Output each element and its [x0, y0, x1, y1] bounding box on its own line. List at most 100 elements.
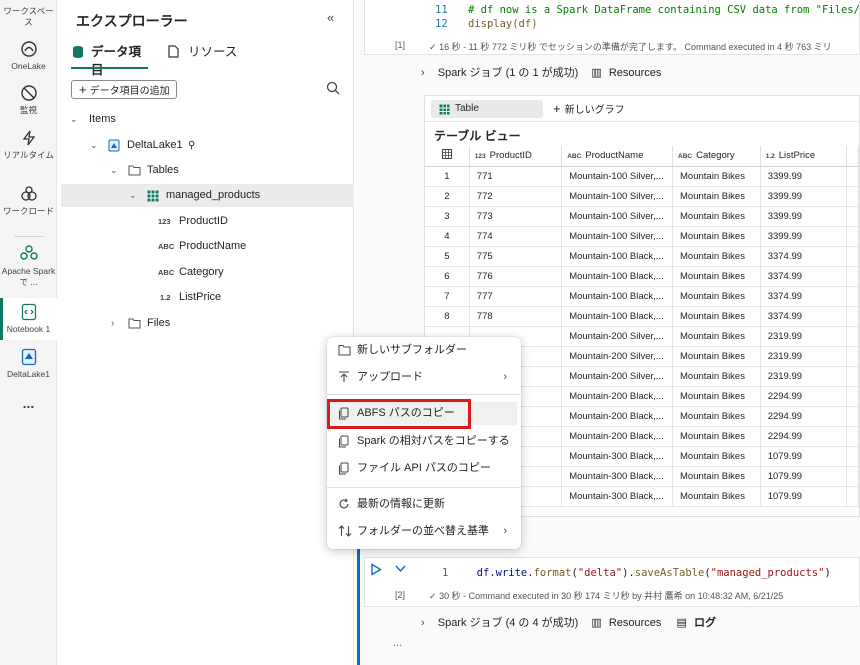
table-cell[interactable]: 1079.99	[760, 466, 848, 487]
table-row[interactable]: 8 778 Mountain-100 Black,... Mountain Bikes…	[425, 306, 859, 327]
table-cell[interactable]: 771	[469, 166, 563, 187]
table-cell[interactable]: Mountain-200 Silver,...	[561, 346, 674, 367]
table-cell[interactable]: 773	[469, 206, 563, 227]
table-cell[interactable]: 1	[425, 166, 470, 187]
table-cell[interactable]: 772	[469, 186, 563, 207]
tree-table-managed-products[interactable]: ⌄ managed_products	[61, 184, 354, 207]
column-header[interactable]: ABC ProductName	[561, 146, 674, 167]
menu-item-new-subfolder[interactable]: 新しいサブフォルダー	[331, 339, 517, 362]
table-cell[interactable]: 3374.99	[760, 306, 848, 327]
table-row[interactable]: 7 777 Mountain-100 Black,... Mountain Bikes…	[425, 286, 859, 307]
menu-item-sort-folder[interactable]: フォルダーの並べ替え基準 ›	[331, 520, 517, 543]
table-row[interactable]: 3 773 Mountain-100 Silver,... Mountain Bike…	[425, 206, 859, 227]
table-row[interactable]: 2 772 Mountain-100 Silver,... Mountain Bike…	[425, 186, 859, 207]
table-cell[interactable]: 3	[425, 206, 470, 227]
column-header[interactable]: 123 ProductID	[469, 146, 563, 167]
table-cell[interactable]: Mountain-300 Black,...	[561, 486, 674, 507]
table-cell[interactable]: Mountain Bikes	[672, 266, 761, 287]
chevron-down-icon[interactable]	[395, 565, 406, 573]
tree-lakehouse[interactable]: ⌄ DeltaLake1 ⚲	[61, 134, 354, 157]
tree-column[interactable]: 1.2 ListPrice	[61, 286, 354, 309]
table-cell[interactable]: Mountain Bikes	[672, 186, 761, 207]
table-cell[interactable]: Mountain Bikes	[672, 406, 761, 427]
resources-label[interactable]: Resources	[609, 617, 662, 629]
log-label[interactable]: ログ	[694, 617, 716, 629]
table-cell[interactable]: Mountain-100 Black,...	[561, 266, 674, 287]
table-cell[interactable]: Mountain-200 Black,...	[561, 386, 674, 407]
table-view-tab[interactable]: Table	[431, 100, 543, 118]
table-cell[interactable]: Mountain-100 Silver,...	[561, 206, 674, 227]
rail-realtime[interactable]: リアルタイム	[0, 129, 57, 161]
table-cell[interactable]: Mountain-300 Black,...	[561, 446, 674, 467]
table-cell[interactable]: Mountain-100 Silver,...	[561, 186, 674, 207]
table-cell[interactable]: Mountain Bikes	[672, 286, 761, 307]
column-header[interactable]: 1.2 ListPrice	[760, 146, 848, 167]
menu-item-refresh[interactable]: 最新の情報に更新	[331, 493, 517, 516]
table-cell[interactable]: 3374.99	[760, 246, 848, 267]
table-cell[interactable]: 3399.99	[760, 226, 848, 247]
table-cell[interactable]: Mountain Bikes	[672, 446, 761, 467]
pin-icon[interactable]: ⚲	[188, 134, 195, 157]
table-cell[interactable]: 8	[425, 306, 470, 327]
table-row[interactable]: 5 775 Mountain-100 Black,... Mountain Bikes…	[425, 246, 859, 267]
rail-apache-spark[interactable]: Apache Spark で ...	[0, 243, 57, 288]
table-cell[interactable]: Mountain-100 Silver,...	[561, 166, 674, 187]
menu-item-upload[interactable]: アップロード ›	[331, 366, 517, 389]
table-cell[interactable]: 2319.99	[760, 366, 848, 387]
table-cell[interactable]: 4	[425, 226, 470, 247]
new-chart-button[interactable]: + 新しいグラフ	[553, 100, 625, 120]
table-cell[interactable]: 3374.99	[760, 266, 848, 287]
table-cell[interactable]: Mountain Bikes	[672, 426, 761, 447]
table-cell[interactable]: Mountain-200 Silver,...	[561, 366, 674, 387]
more-options-icon[interactable]: ...	[393, 637, 402, 649]
menu-item-copy-file-api-path[interactable]: ファイル API パスのコピー	[331, 457, 517, 480]
code-line[interactable]: 11 # df now is a Spark DataFrame contain…	[435, 4, 860, 16]
add-data-items-button[interactable]: + データ項目の追加	[71, 80, 177, 99]
table-cell[interactable]: Mountain-200 Silver,...	[561, 326, 674, 347]
rail-deltalake1[interactable]: DeltaLake1	[0, 348, 57, 380]
table-cell[interactable]: Mountain Bikes	[672, 306, 761, 327]
tree-items[interactable]: ⌄ Items	[61, 108, 354, 131]
table-cell[interactable]: 2319.99	[760, 346, 848, 367]
table-cell[interactable]: Mountain Bikes	[672, 206, 761, 227]
table-cell[interactable]: Mountain-100 Black,...	[561, 286, 674, 307]
table-cell[interactable]: Mountain-100 Black,...	[561, 306, 674, 327]
table-cell[interactable]: 5	[425, 246, 470, 267]
rail-workspaces[interactable]: ワークスペース	[0, 6, 57, 28]
table-cell[interactable]: Mountain Bikes	[672, 486, 761, 507]
rail-workloads[interactable]: ワークロード	[0, 185, 57, 217]
table-row[interactable]: 6 776 Mountain-100 Black,... Mountain Bikes…	[425, 266, 859, 287]
table-cell[interactable]: 7	[425, 286, 470, 307]
table-cell[interactable]: Mountain Bikes	[672, 166, 761, 187]
tab-data-items[interactable]: データ項目	[71, 43, 148, 77]
table-cell[interactable]: Mountain Bikes	[672, 226, 761, 247]
table-cell[interactable]: Mountain-200 Black,...	[561, 426, 674, 447]
table-cell[interactable]: 776	[469, 266, 563, 287]
menu-item-copy-spark-relative-path[interactable]: Spark の相対パスをコピーする	[331, 430, 517, 453]
table-cell[interactable]: 6	[425, 266, 470, 287]
rail-notebook1[interactable]: Notebook 1	[0, 298, 57, 340]
table-cell[interactable]: Mountain Bikes	[672, 346, 761, 367]
resources-label[interactable]: Resources	[609, 67, 662, 79]
table-row[interactable]: 1 771 Mountain-100 Silver,... Mountain Bike…	[425, 166, 859, 187]
table-cell[interactable]: 1079.99	[760, 446, 848, 467]
table-cell[interactable]: 3399.99	[760, 206, 848, 227]
table-cell[interactable]: 1079.99	[760, 486, 848, 507]
search-icon[interactable]	[326, 81, 340, 95]
spark-jobs-row[interactable]: › Spark ジョブ (1 の 1 が成功) ▥ Resources	[421, 64, 661, 80]
tree-column[interactable]: ABC Category	[61, 261, 354, 284]
table-cell[interactable]: 2319.99	[760, 326, 848, 347]
table-cell[interactable]: Mountain Bikes	[672, 246, 761, 267]
collapse-pane-icon[interactable]: «	[327, 10, 334, 25]
code-line[interactable]: 1 df.write.format("delta").saveAsTable("…	[442, 567, 831, 579]
table-cell[interactable]: 778	[469, 306, 563, 327]
table-row[interactable]: 4 774 Mountain-100 Silver,... Mountain Bike…	[425, 226, 859, 247]
table-cell[interactable]: 2	[425, 186, 470, 207]
rail-onelake[interactable]: OneLake	[0, 40, 57, 72]
code-line[interactable]: 12 display(df)	[435, 18, 538, 30]
table-cell[interactable]: 2294.99	[760, 386, 848, 407]
table-cell[interactable]: 777	[469, 286, 563, 307]
table-cell[interactable]: Mountain-300 Black,...	[561, 466, 674, 487]
table-cell[interactable]: Mountain Bikes	[672, 366, 761, 387]
table-cell[interactable]: 3374.99	[760, 286, 848, 307]
